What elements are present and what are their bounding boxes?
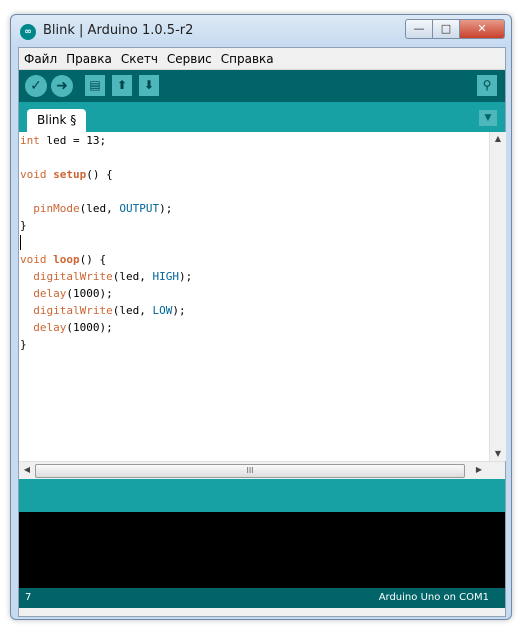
- menu-sketch[interactable]: Скетч: [116, 52, 162, 66]
- line-number: 7: [25, 592, 32, 603]
- new-sketch-icon[interactable]: ▤: [85, 75, 105, 96]
- board-port-label: Arduino Uno on COM1: [378, 592, 489, 603]
- window-title: Blink | Arduino 1.0.5-r2: [43, 23, 194, 38]
- code-editor[interactable]: int led = 13; void setup() { pinMode(led…: [19, 132, 489, 461]
- code-line[interactable]: pinMode(led, OUTPUT);: [19, 200, 489, 217]
- code-token: led = 13;: [39, 134, 107, 147]
- horizontal-scroll-thumb[interactable]: III: [35, 464, 465, 478]
- menu-file[interactable]: Файл: [19, 52, 61, 66]
- code-line[interactable]: digitalWrite(led, HIGH);: [19, 268, 489, 285]
- code-token: pinMode: [33, 202, 80, 215]
- code-line[interactable]: void loop() {: [19, 251, 489, 268]
- tab-blink[interactable]: Blink §: [27, 109, 87, 132]
- code-token: digitalWrite: [33, 304, 113, 317]
- code-token: );: [178, 270, 193, 283]
- code-token: (led,: [112, 270, 153, 283]
- code-line[interactable]: delay(1000);: [19, 319, 489, 336]
- code-token: (1000);: [66, 287, 113, 300]
- code-token: loop: [53, 253, 80, 266]
- code-token: setup: [53, 168, 87, 181]
- code-token: }: [20, 338, 27, 351]
- maximize-button[interactable]: □: [433, 19, 460, 39]
- code-line[interactable]: [19, 234, 489, 251]
- message-area: [19, 479, 505, 512]
- code-token: LOW: [152, 304, 173, 317]
- code-line[interactable]: [19, 183, 489, 200]
- text-caret: [20, 235, 21, 250]
- code-token: void: [20, 253, 47, 266]
- close-button[interactable]: ✕: [460, 19, 505, 39]
- scroll-right-icon[interactable]: ▶: [471, 463, 487, 477]
- code-token: delay: [33, 321, 67, 334]
- toolbar: ✓ ➜ ▤ ⬆ ⬇ ⚲: [19, 70, 505, 102]
- code-token: HIGH: [152, 270, 179, 283]
- serial-monitor-icon[interactable]: ⚲: [477, 75, 497, 96]
- menu-bar: Файл Правка Скетч Сервис Справка: [19, 48, 505, 70]
- code-line[interactable]: int led = 13;: [19, 132, 489, 149]
- code-token: int: [20, 134, 40, 147]
- console-output[interactable]: [19, 512, 505, 588]
- code-token: (led,: [112, 304, 153, 317]
- menu-tools[interactable]: Сервис: [162, 52, 216, 66]
- arduino-logo-icon: ∞: [20, 24, 36, 40]
- code-line[interactable]: }: [19, 336, 489, 353]
- upload-icon[interactable]: ➜: [51, 75, 73, 97]
- code-token: (led,: [79, 202, 120, 215]
- code-line[interactable]: [19, 149, 489, 166]
- code-token: }: [20, 219, 27, 232]
- open-sketch-icon[interactable]: ⬆: [112, 75, 132, 96]
- code-token: () {: [79, 253, 107, 266]
- verify-icon[interactable]: ✓: [25, 75, 47, 97]
- code-token: );: [159, 202, 173, 215]
- code-token: (1000);: [66, 321, 113, 334]
- arduino-window: ∞ Blink | Arduino 1.0.5-r2 — □ ✕ Файл Пр…: [10, 14, 512, 620]
- menu-help[interactable]: Справка: [216, 52, 278, 66]
- tab-bar: Blink § ▼: [19, 102, 505, 132]
- menu-edit[interactable]: Правка: [61, 52, 116, 66]
- save-sketch-icon[interactable]: ⬇: [139, 75, 159, 96]
- scroll-left-icon[interactable]: ◀: [19, 463, 35, 477]
- code-token: void: [20, 168, 47, 181]
- scroll-down-icon[interactable]: ▼: [490, 447, 506, 461]
- code-token: delay: [33, 287, 67, 300]
- code-token: OUTPUT: [119, 202, 160, 215]
- code-token: digitalWrite: [33, 270, 113, 283]
- minimize-button[interactable]: —: [405, 19, 433, 39]
- code-line[interactable]: digitalWrite(led, LOW);: [19, 302, 489, 319]
- code-line[interactable]: void setup() {: [19, 166, 489, 183]
- window-controls: — □ ✕: [405, 19, 505, 39]
- app-client-area: Файл Правка Скетч Сервис Справка ✓ ➜ ▤ ⬆…: [18, 47, 506, 617]
- tab-menu-icon[interactable]: ▼: [479, 110, 497, 126]
- status-bar: 7 Arduino Uno on COM1: [19, 588, 505, 608]
- vertical-scrollbar[interactable]: ▲ ▼: [489, 132, 506, 461]
- title-bar[interactable]: ∞ Blink | Arduino 1.0.5-r2 — □ ✕: [11, 15, 511, 47]
- horizontal-scrollbar[interactable]: ◀ III ▶: [19, 461, 505, 479]
- scroll-up-icon[interactable]: ▲: [490, 132, 506, 146]
- code-line[interactable]: }: [19, 217, 489, 234]
- code-line[interactable]: delay(1000);: [19, 285, 489, 302]
- code-token: () {: [86, 168, 113, 181]
- code-token: );: [172, 304, 186, 317]
